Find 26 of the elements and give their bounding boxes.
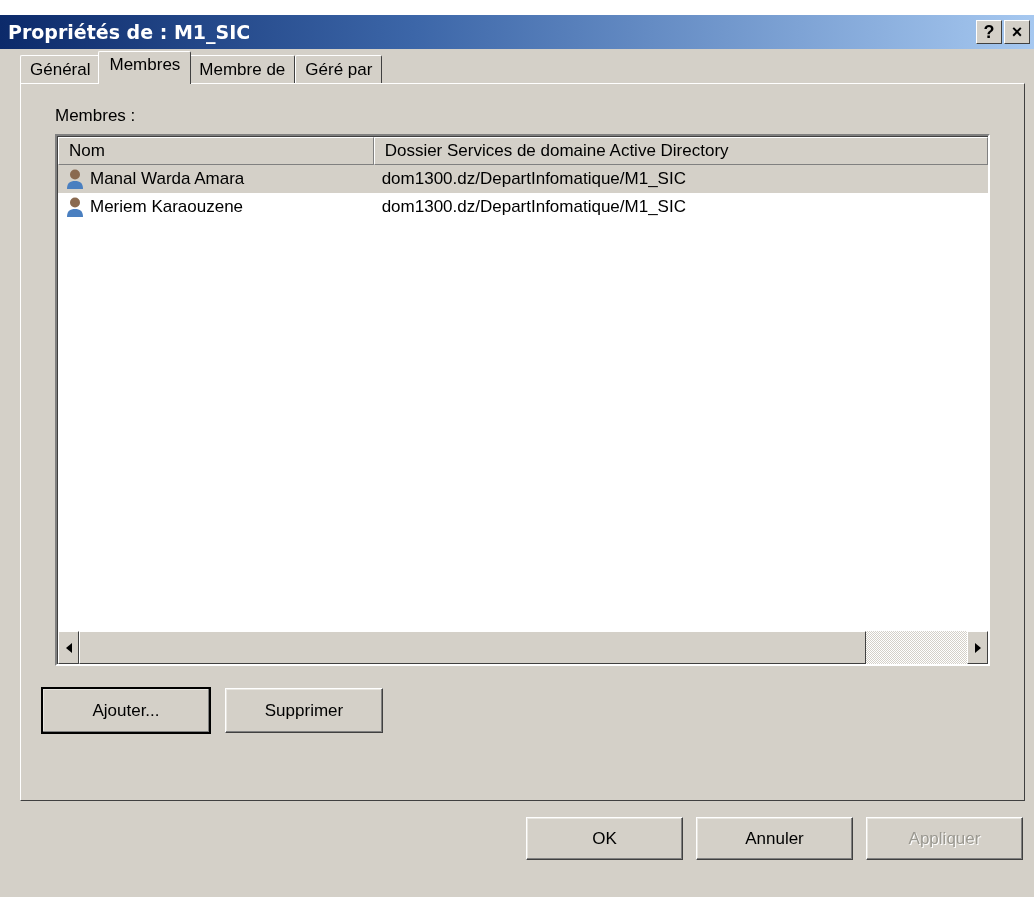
ok-button[interactable]: OK <box>526 817 683 860</box>
column-header[interactable]: Nom <box>58 137 374 165</box>
cancel-button[interactable]: Annuler <box>696 817 853 860</box>
user-icon <box>66 168 84 190</box>
tab[interactable]: Membres <box>98 51 192 84</box>
tab[interactable]: Général <box>20 55 101 83</box>
remove-button[interactable]: Supprimer <box>225 688 383 733</box>
folder-path: dom1300.dz/DepartInfomatique/M1_SIC <box>381 197 686 217</box>
column-header[interactable]: Dossier Services de domaine Active Directory <box>373 137 988 165</box>
help-button[interactable]: ? <box>976 20 1002 44</box>
horizontal-scrollbar[interactable] <box>58 631 988 664</box>
user-icon <box>66 196 84 218</box>
scroll-thumb[interactable] <box>79 631 866 664</box>
member-name: Meriem Karaouzene <box>90 197 244 217</box>
add-button[interactable]: Ajouter... <box>42 688 210 733</box>
member-row[interactable]: Manal Warda Amara dom1300.dz/DepartInfomatique/M1_SIC <box>58 165 988 193</box>
member-row[interactable]: Meriem Karaouzene dom1300.dz/DepartInfomatique/M1_SIC <box>58 193 988 221</box>
scroll-right-icon[interactable] <box>974 642 981 653</box>
scroll-left-icon[interactable] <box>65 642 72 653</box>
members-label: Membres : <box>55 106 137 126</box>
tab[interactable]: Membre de <box>189 55 296 83</box>
member-name: Manal Warda Amara <box>90 169 245 189</box>
tab[interactable]: Géré par <box>295 55 383 83</box>
folder-path: dom1300.dz/DepartInfomatique/M1_SIC <box>381 169 686 189</box>
window-title: Propriétés de : M1_SIC <box>8 21 252 43</box>
close-button[interactable]: × <box>1004 20 1030 44</box>
